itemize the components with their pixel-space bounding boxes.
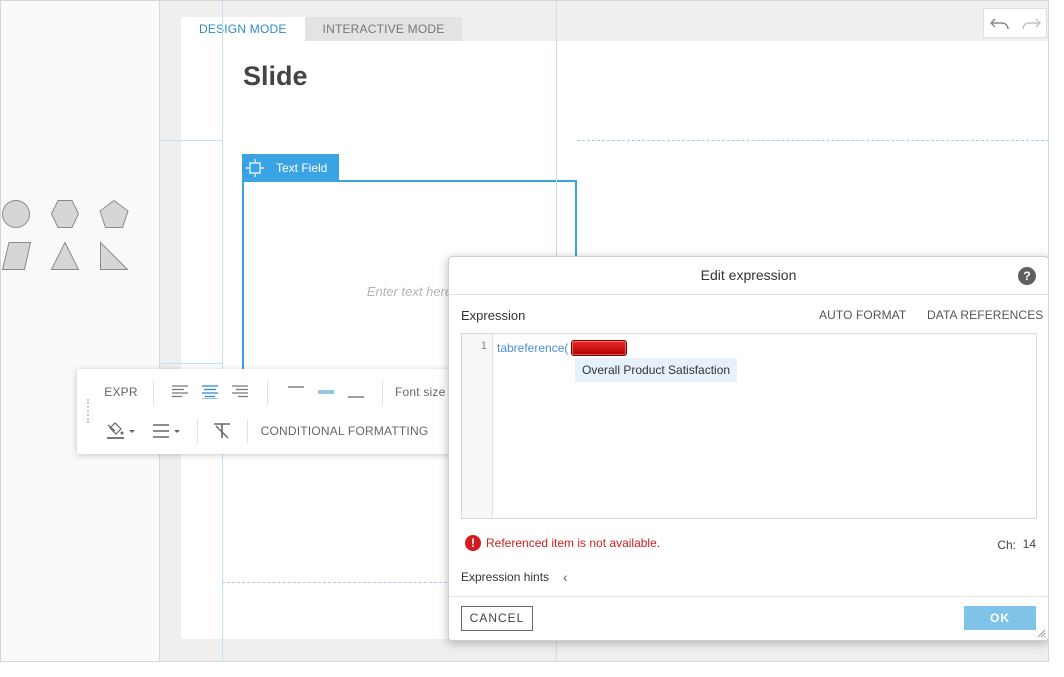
divider: [382, 381, 383, 405]
undo-redo-group: [983, 8, 1047, 38]
expression-editor[interactable]: 1 tabreference( Overall Product Satisfac…: [461, 333, 1037, 519]
char-count-value: 14: [1022, 537, 1036, 551]
format-toolbar: EXPR Font size CONDITIONAL FORMATTING: [77, 369, 457, 454]
align-center-button[interactable]: [199, 381, 221, 403]
reference-suggestion[interactable]: Overall Product Satisfaction: [575, 358, 738, 382]
dialog-title: Edit expression: [700, 267, 797, 283]
char-count-label: Ch:: [997, 538, 1016, 552]
code-line[interactable]: tabreference(: [497, 340, 628, 356]
guide-line-vertical: [222, 1, 223, 661]
triangle-shape[interactable]: [50, 241, 80, 271]
redo-icon[interactable]: [1020, 15, 1042, 31]
guide-line-horizontal: [161, 140, 223, 141]
line-gutter: 1: [462, 334, 493, 518]
valign-middle-icon: [318, 390, 334, 394]
edit-expression-dialog: Edit expression ? Expression AUTO FORMAT…: [448, 256, 1048, 641]
error-text: Referenced item is not available.: [486, 536, 661, 550]
dialog-header: Edit expression ?: [449, 257, 1048, 295]
divider: [153, 381, 154, 405]
valign-top-button[interactable]: [285, 381, 307, 403]
divider: [247, 419, 248, 443]
guide-line-horizontal: [161, 363, 223, 364]
parallelogram-shape[interactable]: [1, 241, 33, 271]
valign-bottom-icon: [348, 396, 364, 398]
expression-hints-label: Expression hints: [461, 570, 550, 584]
clear-formatting-icon: [214, 423, 230, 439]
conditional-formatting-button[interactable]: CONDITIONAL FORMATTING: [257, 419, 432, 443]
align-left-icon: [172, 385, 188, 398]
auto-format-button[interactable]: AUTO FORMAT: [819, 308, 906, 322]
text-field-tag-label: Text Field: [276, 160, 328, 175]
hexagon-shape[interactable]: [50, 198, 80, 230]
pentagon-shape[interactable]: [98, 199, 130, 229]
align-justify-button[interactable]: [229, 381, 251, 403]
align-left-button[interactable]: [169, 381, 191, 403]
error-icon: !: [465, 535, 481, 551]
resize-grip-icon[interactable]: [1036, 628, 1046, 638]
slide-title[interactable]: Slide: [243, 61, 308, 92]
clear-formatting-button[interactable]: [209, 419, 235, 443]
valign-middle-button[interactable]: [315, 381, 337, 403]
missing-reference-token[interactable]: [571, 340, 628, 356]
mode-tabs: DESIGN MODE INTERACTIVE MODE: [181, 17, 463, 41]
cancel-button[interactable]: CANCEL: [461, 606, 533, 631]
align-center-icon: [202, 385, 218, 399]
text-field-tag[interactable]: Text Field: [242, 154, 339, 181]
ok-button[interactable]: OK: [964, 606, 1036, 630]
fill-color-button[interactable]: [103, 419, 139, 443]
align-right-icon: [232, 385, 248, 398]
divider: [197, 419, 198, 443]
line-style-button[interactable]: [149, 419, 185, 443]
undo-icon[interactable]: [989, 15, 1011, 31]
right-triangle-shape[interactable]: [99, 241, 129, 271]
font-size-field[interactable]: Font size: [395, 381, 447, 403]
error-message: ! Referenced item is not available.: [465, 535, 660, 551]
move-handle-icon[interactable]: [246, 158, 264, 177]
placeholder-frame: [577, 140, 1048, 142]
circle-shape[interactable]: [1, 198, 33, 230]
tab-interactive-mode[interactable]: INTERACTIVE MODE: [304, 17, 463, 41]
data-references-button[interactable]: DATA REFERENCES: [927, 308, 1043, 322]
valign-bottom-button[interactable]: [345, 381, 367, 403]
divider: [267, 381, 268, 405]
line-number: 1: [480, 340, 487, 352]
line-weight-icon: [153, 424, 180, 438]
paint-bucket-icon: [107, 422, 135, 439]
help-icon[interactable]: ?: [1018, 267, 1036, 285]
code-text: tabreference(: [497, 341, 569, 355]
drag-handle[interactable]: [87, 399, 90, 423]
expression-label: Expression: [461, 308, 526, 323]
expression-hints-toggle[interactable]: Expression hints ‹: [461, 569, 568, 585]
app-frame: DESIGN MODE INTERACTIVE MODE Slide Text …: [0, 0, 1049, 662]
expr-button[interactable]: EXPR: [103, 381, 139, 403]
chevron-left-icon: ‹: [563, 569, 568, 585]
tab-design-mode[interactable]: DESIGN MODE: [181, 17, 305, 41]
shapes-panel: [1, 1, 160, 661]
valign-top-icon: [288, 386, 304, 388]
dialog-footer: CANCEL OK: [449, 596, 1048, 640]
